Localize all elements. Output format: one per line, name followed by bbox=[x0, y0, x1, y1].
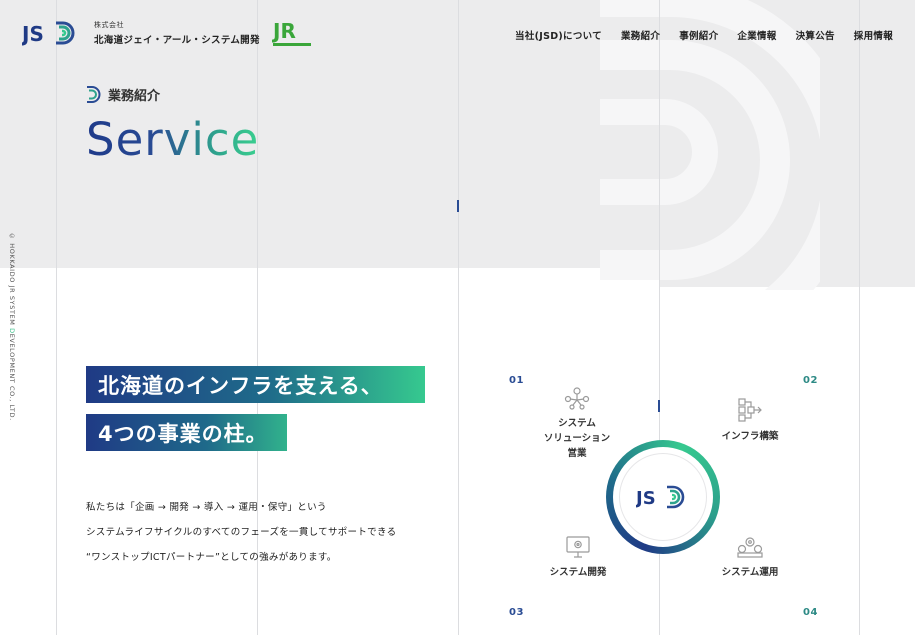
jsd-logo-mark: JS bbox=[22, 21, 75, 46]
monitor-gear-icon bbox=[566, 536, 590, 558]
intro-line-2: システムライフサイクルのすべてのフェーズを一貫してサポートできる bbox=[86, 527, 397, 538]
copyright-text: © HOKKAIDO JR SYSTEM DEVELOPMENT CO., LT… bbox=[8, 232, 16, 421]
jsd-logo-mark: JS bbox=[636, 485, 685, 509]
content-panel-left bbox=[0, 268, 458, 635]
intro-paragraph: 私たちは「企画 → 開発 → 導入 → 運用・保守」という システムライフサイク… bbox=[86, 495, 396, 570]
pillar-solution-sales[interactable]: システム ソリューション 営業 bbox=[535, 386, 619, 461]
svg-text:JR: JR bbox=[272, 19, 296, 43]
pillar-number-02: 02 bbox=[803, 375, 818, 386]
svg-text:JS: JS bbox=[636, 488, 656, 509]
nav-about[interactable]: 当社(JSD)について bbox=[515, 28, 602, 42]
pillar-number-03: 03 bbox=[509, 607, 524, 618]
pillar-label-02: インフラ構築 bbox=[721, 431, 779, 442]
pillar-label-03: システム開発 bbox=[549, 567, 607, 578]
jr-group-logo[interactable]: JR bbox=[271, 18, 314, 54]
content-panel-edge bbox=[859, 287, 915, 635]
pillar-number-01: 01 bbox=[509, 375, 524, 386]
grid-line bbox=[56, 0, 57, 635]
grid-marker bbox=[658, 400, 660, 412]
nav-service[interactable]: 業務紹介 bbox=[621, 28, 660, 42]
section-label-text: 業務紹介 bbox=[108, 89, 161, 104]
pillar-number-04: 04 bbox=[803, 607, 818, 618]
pillar-system-operation[interactable]: システム運用 bbox=[710, 535, 790, 580]
company-name: 北海道ジェイ・アール・システム開発 bbox=[94, 35, 260, 46]
intro-line-1: 私たちは「企画 → 開発 → 導入 → 運用・保守」という bbox=[86, 502, 327, 513]
nav-financial[interactable]: 決算公告 bbox=[796, 28, 835, 42]
grid-marker bbox=[457, 200, 459, 212]
people-network-icon bbox=[564, 387, 590, 410]
company-type-label: 株式会社 bbox=[94, 21, 124, 29]
svg-text:JS: JS bbox=[22, 22, 44, 46]
headline-line-2: 4つの事業の柱。 bbox=[86, 414, 287, 451]
main-nav: 当社(JSD)について 業務紹介 事例紹介 企業情報 決算公告 採用情報 bbox=[515, 28, 893, 42]
pillar-label-04: システム運用 bbox=[721, 567, 779, 578]
headline-line-1: 北海道のインフラを支える、 bbox=[86, 366, 425, 403]
gears-icon bbox=[737, 537, 763, 558]
nav-company[interactable]: 企業情報 bbox=[737, 28, 776, 42]
intro-line-3: “ワンストップICTパートナー”としての強みがあります。 bbox=[86, 552, 337, 563]
pillar-system-development[interactable]: システム開発 bbox=[538, 535, 618, 580]
company-logo[interactable]: JS 株式会社 北海道ジェイ・アール・システム開発 bbox=[22, 19, 260, 47]
grid-line bbox=[859, 0, 860, 635]
grid-line bbox=[458, 0, 459, 635]
section-label: 業務紹介 bbox=[86, 85, 160, 104]
section-title: Service bbox=[86, 113, 260, 166]
nav-cases[interactable]: 事例紹介 bbox=[679, 28, 718, 42]
nav-recruit[interactable]: 採用情報 bbox=[854, 28, 893, 42]
d-mark-icon bbox=[87, 86, 101, 103]
pillar-label-01: システム ソリューション 営業 bbox=[543, 418, 611, 459]
jsd-center-emblem: JS bbox=[606, 440, 720, 554]
pillar-infrastructure[interactable]: インフラ構築 bbox=[710, 397, 790, 444]
infrastructure-icon bbox=[738, 398, 762, 422]
